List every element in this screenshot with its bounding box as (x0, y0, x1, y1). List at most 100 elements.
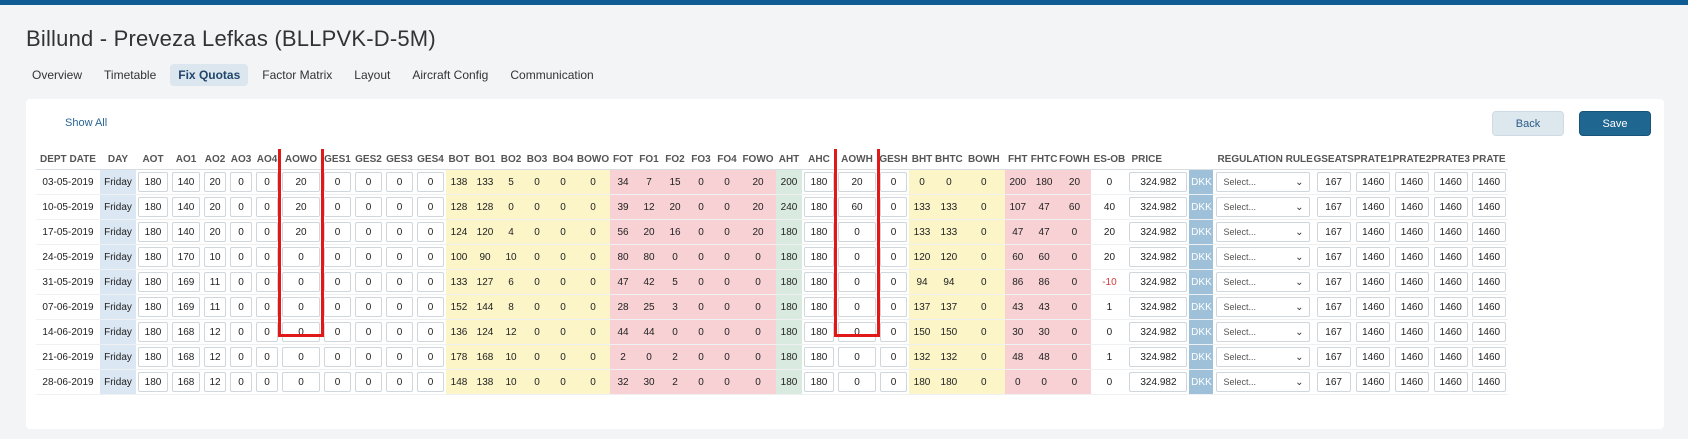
prate3-input[interactable]: 1460 (1433, 172, 1468, 192)
price-input[interactable]: 324.982 (1129, 247, 1188, 267)
ges3-input[interactable]: 0 (386, 247, 413, 267)
gseats-input[interactable]: 167 (1316, 247, 1351, 267)
aowh-input[interactable]: 0 (838, 347, 876, 367)
prate1-input[interactable]: 1460 (1356, 347, 1391, 367)
prate1-input[interactable]: 1460 (1356, 272, 1391, 292)
ges1-input[interactable]: 0 (324, 347, 351, 367)
gseats-input[interactable]: 167 (1316, 297, 1351, 317)
ao4-input[interactable]: 0 (256, 272, 278, 292)
prate3-input[interactable]: 1460 (1433, 322, 1468, 342)
prate1-input[interactable]: 1460 (1356, 372, 1391, 392)
ges4-input[interactable]: 0 (417, 247, 444, 267)
gseats-input[interactable]: 167 (1316, 222, 1351, 242)
prate2-input[interactable]: 1460 (1394, 372, 1429, 392)
prate3-input[interactable]: 1460 (1433, 247, 1468, 267)
gesh-input[interactable]: 0 (880, 172, 907, 192)
aot-input[interactable]: 180 (138, 247, 168, 267)
prate2-input[interactable]: 1460 (1394, 272, 1429, 292)
ges3-input[interactable]: 0 (386, 172, 413, 192)
aowo-input[interactable]: 0 (282, 322, 320, 342)
prate2-input[interactable]: 1460 (1394, 322, 1429, 342)
aowo-input[interactable]: 0 (282, 372, 320, 392)
gesh-input[interactable]: 0 (880, 297, 907, 317)
regulation-rule-select[interactable]: Select... ⌄ (1216, 172, 1311, 192)
gesh-input[interactable]: 0 (880, 272, 907, 292)
prate2-input[interactable]: 1460 (1394, 297, 1429, 317)
gseats-input[interactable]: 167 (1316, 347, 1351, 367)
ahc-input[interactable]: 180 (804, 322, 834, 342)
ges1-input[interactable]: 0 (324, 197, 351, 217)
tab-communication[interactable]: Communication (502, 64, 601, 86)
aot-input[interactable]: 180 (138, 172, 168, 192)
ges2-input[interactable]: 0 (355, 222, 382, 242)
prate1-input[interactable]: 1460 (1356, 197, 1391, 217)
ges3-input[interactable]: 0 (386, 272, 413, 292)
aot-input[interactable]: 180 (138, 222, 168, 242)
aowo-input[interactable]: 20 (282, 222, 320, 242)
tab-timetable[interactable]: Timetable (96, 64, 164, 86)
price-input[interactable]: 324.982 (1129, 372, 1188, 392)
aot-input[interactable]: 180 (138, 272, 168, 292)
ges1-input[interactable]: 0 (324, 272, 351, 292)
ahc-input[interactable]: 180 (804, 372, 834, 392)
aowh-input[interactable]: 0 (838, 222, 876, 242)
regulation-rule-select[interactable]: Select... ⌄ (1216, 197, 1311, 217)
prate-input[interactable]: 1460 (1472, 347, 1506, 367)
tab-layout[interactable]: Layout (346, 64, 398, 86)
ao2-input[interactable]: 11 (204, 272, 226, 292)
ao1-input[interactable]: 169 (172, 272, 200, 292)
regulation-rule-select[interactable]: Select... ⌄ (1216, 347, 1311, 367)
ao4-input[interactable]: 0 (256, 222, 278, 242)
prate2-input[interactable]: 1460 (1394, 347, 1429, 367)
gseats-input[interactable]: 167 (1316, 272, 1351, 292)
ahc-input[interactable]: 180 (804, 247, 834, 267)
price-input[interactable]: 324.982 (1129, 197, 1188, 217)
prate1-input[interactable]: 1460 (1356, 247, 1391, 267)
ges4-input[interactable]: 0 (417, 197, 444, 217)
aot-input[interactable]: 180 (138, 297, 168, 317)
ges4-input[interactable]: 0 (417, 347, 444, 367)
aowh-input[interactable]: 20 (838, 172, 876, 192)
gesh-input[interactable]: 0 (880, 247, 907, 267)
regulation-rule-select[interactable]: Select... ⌄ (1216, 372, 1311, 392)
aowo-input[interactable]: 20 (282, 197, 320, 217)
ges4-input[interactable]: 0 (417, 272, 444, 292)
prate3-input[interactable]: 1460 (1433, 347, 1468, 367)
ahc-input[interactable]: 180 (804, 272, 834, 292)
gseats-input[interactable]: 167 (1316, 197, 1351, 217)
gesh-input[interactable]: 0 (880, 347, 907, 367)
ahc-input[interactable]: 180 (804, 297, 834, 317)
prate3-input[interactable]: 1460 (1433, 297, 1468, 317)
aowo-input[interactable]: 0 (282, 347, 320, 367)
aot-input[interactable]: 180 (138, 372, 168, 392)
prate1-input[interactable]: 1460 (1356, 322, 1391, 342)
prate1-input[interactable]: 1460 (1356, 297, 1391, 317)
ao2-input[interactable]: 12 (204, 347, 226, 367)
ao1-input[interactable]: 168 (172, 322, 200, 342)
ao3-input[interactable]: 0 (230, 272, 252, 292)
ao3-input[interactable]: 0 (230, 247, 252, 267)
prate-input[interactable]: 1460 (1472, 222, 1506, 242)
prate3-input[interactable]: 1460 (1433, 272, 1468, 292)
ao4-input[interactable]: 0 (256, 197, 278, 217)
prate-input[interactable]: 1460 (1472, 297, 1506, 317)
ao1-input[interactable]: 140 (172, 172, 200, 192)
tab-overview[interactable]: Overview (24, 64, 90, 86)
prate-input[interactable]: 1460 (1472, 247, 1506, 267)
aowh-input[interactable]: 0 (838, 272, 876, 292)
ao3-input[interactable]: 0 (230, 322, 252, 342)
ao4-input[interactable]: 0 (256, 172, 278, 192)
ahc-input[interactable]: 180 (804, 197, 834, 217)
ao4-input[interactable]: 0 (256, 297, 278, 317)
ahc-input[interactable]: 180 (804, 347, 834, 367)
prate2-input[interactable]: 1460 (1394, 172, 1429, 192)
aowo-input[interactable]: 0 (282, 272, 320, 292)
aowh-input[interactable]: 60 (838, 197, 876, 217)
ges1-input[interactable]: 0 (324, 222, 351, 242)
price-input[interactable]: 324.982 (1129, 322, 1188, 342)
price-input[interactable]: 324.982 (1129, 172, 1188, 192)
ao1-input[interactable]: 170 (172, 247, 200, 267)
ao3-input[interactable]: 0 (230, 372, 252, 392)
ao2-input[interactable]: 11 (204, 297, 226, 317)
ges2-input[interactable]: 0 (355, 197, 382, 217)
